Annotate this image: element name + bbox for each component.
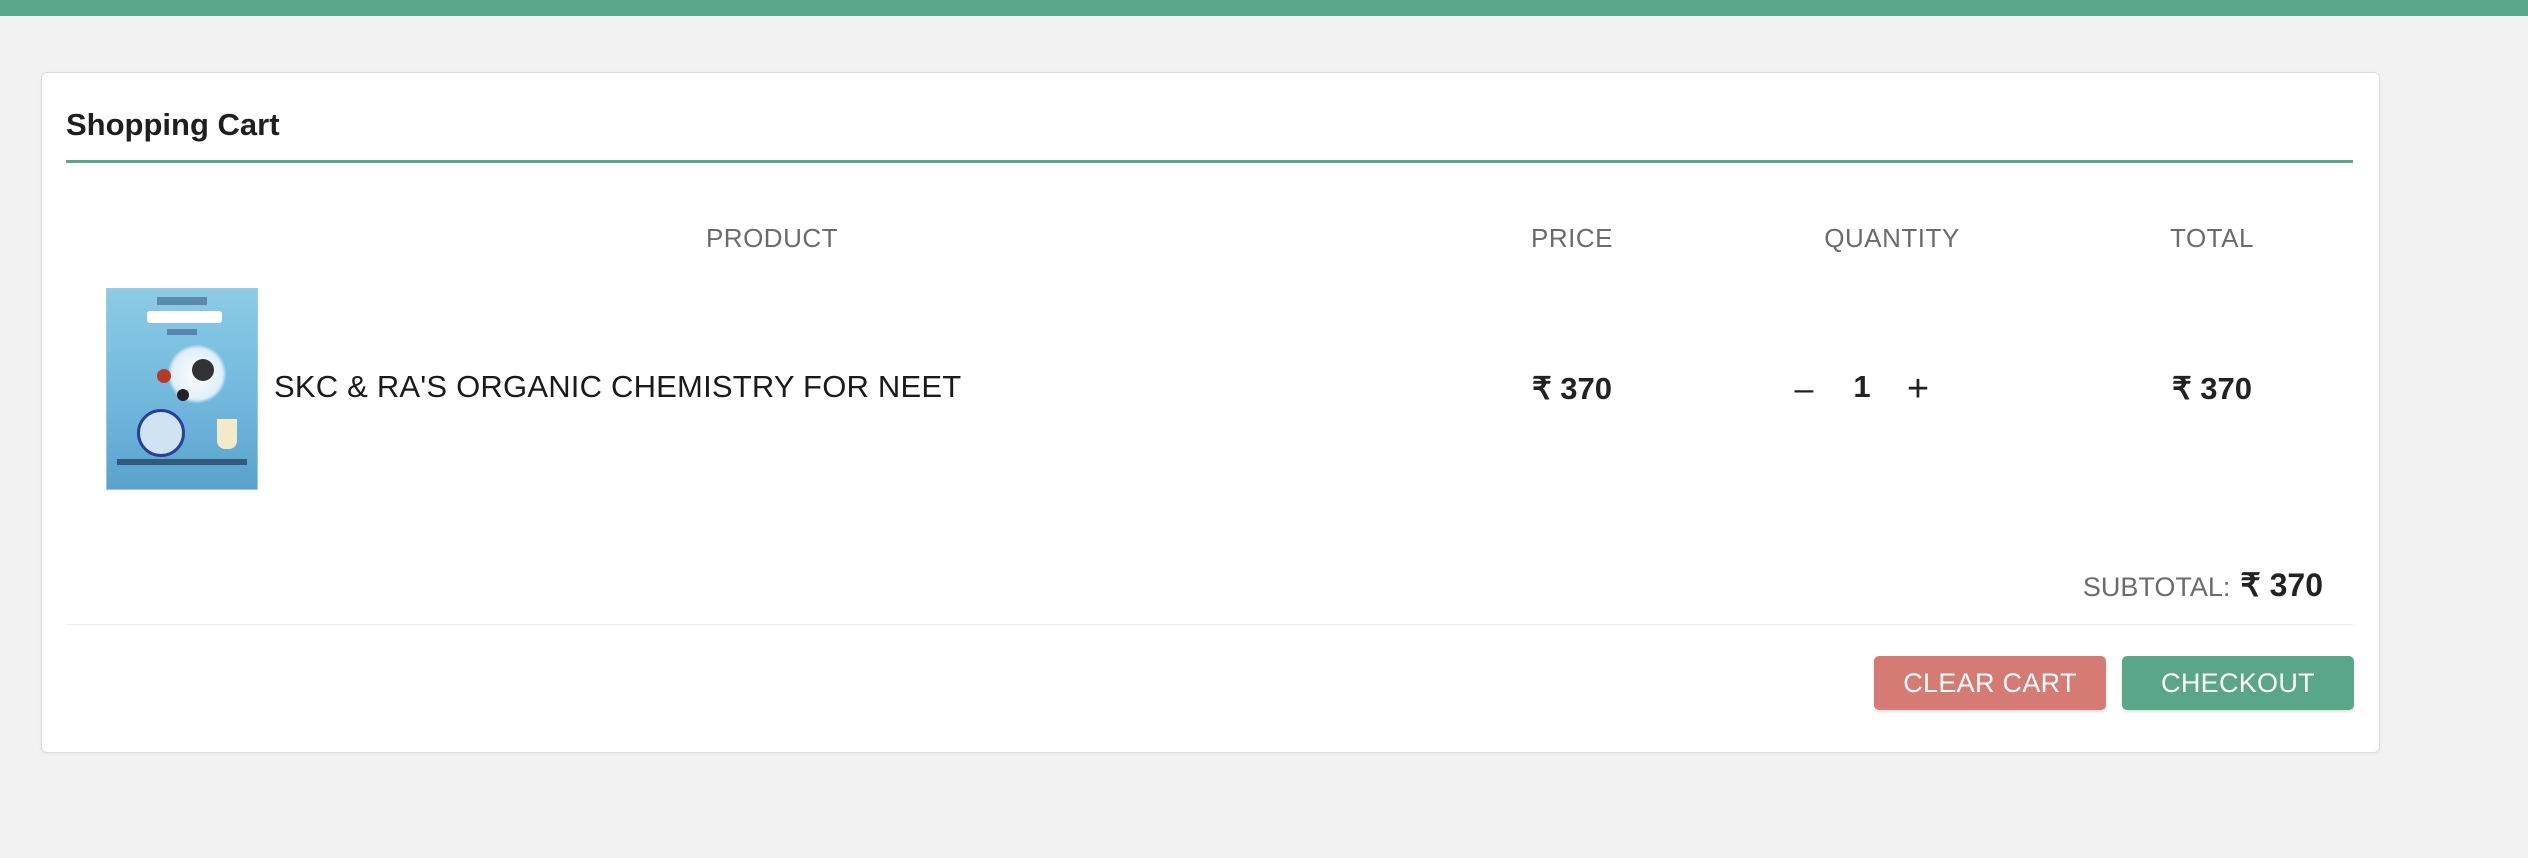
top-accent-bar [0, 0, 2528, 16]
shopping-cart-card: Shopping Cart PRODUCT PRICE QUANTITY TOT… [41, 72, 2380, 753]
column-header-total: TOTAL [2170, 223, 2254, 253]
product-name[interactable]: SKC & RA'S ORGANIC CHEMISTRY FOR NEET [274, 369, 961, 405]
subtotal-value: ₹ 370 [2240, 567, 2323, 603]
clear-cart-button[interactable]: CLEAR CART [1874, 656, 2106, 710]
item-total: ₹ 370 [2171, 371, 2253, 406]
column-header-price: PRICE [1531, 223, 1613, 253]
checkout-button[interactable]: CHECKOUT [2122, 656, 2354, 710]
column-header-product: PRODUCT [705, 223, 839, 253]
minus-icon[interactable]: – [1784, 369, 1824, 409]
quantity-value: 1 [1853, 369, 1871, 404]
title-underline [66, 160, 2353, 163]
subtotal-label: SUBTOTAL: [2082, 572, 2231, 602]
footer-divider [66, 624, 2353, 625]
item-price: ₹ 370 [1531, 371, 1613, 406]
column-header-quantity: QUANTITY [1824, 223, 1960, 253]
product-thumbnail [106, 288, 258, 490]
plus-icon[interactable]: + [1898, 369, 1938, 409]
subtotal: SUBTOTAL: ₹ 370 [2083, 566, 2323, 604]
cart-title: Shopping Cart [66, 107, 280, 142]
